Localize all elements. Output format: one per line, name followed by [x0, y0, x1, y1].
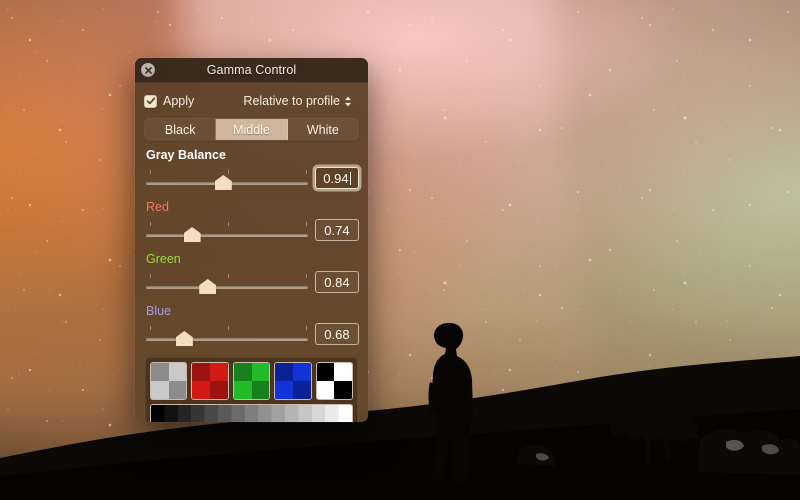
swatch-cell	[275, 363, 293, 381]
swatch-cell	[292, 363, 311, 381]
slider-groove	[146, 234, 308, 237]
slider-groove	[146, 286, 308, 289]
blue-swatch[interactable]	[275, 363, 311, 399]
slider-thumb-red[interactable]	[183, 227, 201, 242]
window-titlebar[interactable]: Gamma Control	[135, 58, 368, 83]
slider-red: Red 0.74	[144, 200, 359, 244]
segment-middle[interactable]: Middle	[216, 119, 288, 140]
grayscale-ramp	[151, 405, 352, 422]
slider-thumb-blue[interactable]	[175, 331, 193, 346]
apply-row: Apply Relative to profile	[144, 86, 359, 116]
swatch-row	[151, 363, 353, 399]
swatch-cell	[151, 363, 169, 381]
slider-thumb-gray-balance[interactable]	[214, 175, 232, 190]
value-text-green: 0.84	[324, 274, 350, 290]
swatch-cell	[251, 381, 270, 399]
slider-blue: Blue 0.68	[144, 304, 359, 348]
swatch-cell	[192, 363, 211, 381]
slider-track-green[interactable]	[144, 274, 310, 296]
green-swatch[interactable]	[233, 363, 270, 399]
desktop-wallpaper	[0, 0, 800, 500]
gray-swatch[interactable]	[151, 363, 187, 399]
value-field-green[interactable]: 0.84	[314, 271, 359, 293]
swatch-cell	[292, 381, 311, 399]
slider-ticks	[144, 326, 310, 331]
slider-green: Green 0.84	[144, 252, 359, 296]
swatch-cell	[210, 363, 228, 381]
segment-white[interactable]: White	[287, 119, 358, 140]
value-text-blue: 0.68	[324, 326, 350, 342]
segment-black[interactable]: Black	[145, 119, 217, 140]
swatch-cell	[168, 363, 187, 381]
swatch-cell	[168, 381, 187, 399]
profile-popup-button[interactable]: Relative to profile	[243, 94, 352, 108]
window-title: Gamma Control	[206, 63, 297, 77]
swatch-cell	[192, 381, 211, 399]
slider-label-green: Green	[146, 252, 181, 266]
slider-label-gray-balance: Gray Balance	[146, 148, 226, 162]
value-field-blue[interactable]: 0.68	[314, 323, 359, 345]
swatch-cell	[316, 381, 335, 399]
screen: Gamma Control Apply Relative to profile	[0, 0, 800, 500]
swatch-cell	[233, 363, 252, 381]
swatch-cell	[334, 363, 353, 381]
slider-gray-balance: Gray Balance 0.94	[144, 148, 359, 192]
slider-track-red[interactable]	[144, 222, 310, 244]
swatch-cell	[151, 381, 169, 399]
slider-track-gray-balance[interactable]	[144, 170, 310, 192]
swatch-cell	[316, 363, 335, 381]
swatch-cell	[334, 381, 353, 399]
slider-ticks	[144, 170, 310, 175]
swatch-cell	[233, 381, 252, 399]
swatch-cell	[251, 363, 270, 381]
calibration-preview-panel	[145, 357, 358, 422]
gamma-control-window[interactable]: Gamma Control Apply Relative to profile	[135, 58, 368, 422]
slider-ticks	[144, 222, 310, 227]
value-field-red[interactable]: 0.74	[314, 219, 359, 241]
slider-groove	[146, 338, 308, 341]
apply-label: Apply	[163, 94, 195, 108]
swatch-cell	[275, 381, 293, 399]
slider-label-red: Red	[146, 200, 169, 214]
value-text-red: 0.74	[324, 222, 350, 238]
close-icon[interactable]	[141, 63, 155, 77]
red-swatch[interactable]	[192, 363, 228, 399]
slider-ticks	[144, 274, 310, 279]
slider-track-blue[interactable]	[144, 326, 310, 348]
tone-range-segmented-control[interactable]: Black Middle White	[145, 119, 358, 140]
apply-checkbox[interactable]: Apply	[144, 94, 194, 108]
slider-thumb-green[interactable]	[199, 279, 217, 294]
text-caret	[349, 171, 351, 185]
value-text-gray-balance: 0.94	[323, 170, 349, 186]
checkmark-icon[interactable]	[144, 94, 157, 108]
slider-label-blue: Blue	[146, 304, 172, 318]
profile-popup-value: Relative to profile	[243, 94, 340, 108]
window-body: Apply Relative to profile Black Middle W…	[135, 86, 368, 422]
swatch-cell	[210, 381, 228, 399]
value-field-gray-balance[interactable]: 0.94	[314, 167, 359, 189]
bw-swatch[interactable]	[316, 363, 353, 399]
chevron-up-down-icon[interactable]	[344, 96, 352, 107]
foreground-silhouette	[0, 290, 800, 500]
